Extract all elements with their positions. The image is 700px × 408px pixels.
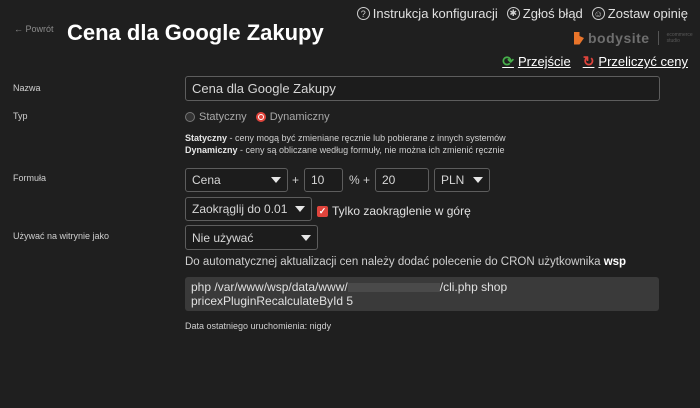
recalculate-label: Przeliczyć ceny [598, 54, 688, 69]
formula-base-select[interactable]: Cena [185, 168, 288, 192]
dynamic-desc-text: - ceny są obliczane według formuły, nie … [237, 145, 505, 155]
chevron-down-icon [301, 234, 311, 241]
static-description: Statyczny - ceny mogą być zmieniane ręcz… [185, 133, 506, 143]
formula-label: Formuła [13, 173, 47, 183]
type-radio-group: Statyczny Dynamiczny [185, 111, 330, 123]
radio-dynamic-label[interactable]: Dynamiczny [270, 111, 330, 123]
cron-command-line1: php /var/www/wsp/data/www/ /cli.php shop [191, 280, 653, 294]
currency-value: PLN [441, 173, 465, 187]
bodysite-logo-icon [574, 31, 584, 45]
radio-static[interactable] [185, 112, 195, 122]
formula-base-value: Cena [192, 173, 221, 187]
recalculate-icon: ↻ [582, 53, 595, 69]
dynamic-term: Dynamiczny [185, 145, 238, 155]
page-title: Cena dla Google Zakupy [67, 20, 324, 45]
leave-review-link[interactable]: ☺ Zostaw opinię [591, 6, 688, 21]
round-up-option: ✓ Tylko zaokrąglenie w górę [317, 204, 471, 218]
currency-select[interactable]: PLN [434, 168, 490, 192]
brand-tagline: ecommerce studio [666, 32, 693, 44]
question-icon: ? [356, 7, 370, 20]
refresh-icon: ⟳ [502, 53, 514, 69]
brand-logo: bodysite ecommerce studio [574, 30, 697, 46]
percent-input[interactable]: 10 [304, 168, 343, 192]
go-link-label: Przejście [517, 54, 571, 69]
go-link[interactable]: ⟳ Przejście [502, 53, 570, 70]
cron-user: wsp [603, 256, 627, 268]
instructions-link-label: Instrukcja konfiguracji [372, 6, 498, 21]
last-run-info: Data ostatniego uruchomienia: nigdy [185, 321, 332, 331]
cron-command-box[interactable]: php /var/www/wsp/data/www//cli.php shop … [185, 277, 659, 311]
back-link[interactable]: ← Powrót [14, 24, 54, 34]
redacted-path [347, 283, 440, 293]
cron-command-line2: pricexPluginRecalculateById 5 [191, 294, 354, 308]
cron-instructions: Do automatycznej aktualizacji cen należy… [185, 256, 626, 268]
use-as-label: Używać na witrynie jako [13, 231, 110, 241]
rounding-select[interactable]: Zaokrąglij do 0.01 [185, 197, 312, 221]
cron-cmd-part2: /cli.php shop [439, 280, 508, 294]
type-label: Typ [13, 111, 28, 121]
top-links: ? Instrukcja konfiguracji ✱ Zgłoś błąd ☺… [356, 6, 688, 21]
action-links: ⟳ Przejście ↻ Przeliczyć ceny [502, 53, 688, 70]
leave-review-label: Zostaw opinię [607, 6, 688, 21]
bug-icon: ✱ [506, 7, 520, 20]
rounding-value: Zaokrąglij do 0.01 [192, 202, 288, 216]
chevron-down-icon [295, 206, 305, 212]
radio-dynamic[interactable] [255, 112, 266, 122]
cron-text: Do automatycznej aktualizacji cen należy… [185, 256, 604, 268]
recalculate-prices-link[interactable]: ↻ Przeliczyć ceny [583, 53, 688, 70]
instructions-link[interactable]: ? Instrukcja konfiguracji [356, 6, 498, 21]
name-input[interactable]: Cena dla Google Zakupy [185, 76, 660, 101]
brand-name: bodysite [588, 30, 650, 46]
amount-input[interactable]: 20 [375, 168, 429, 192]
brand-divider [657, 31, 659, 45]
use-as-select[interactable]: Nie używać [185, 225, 318, 250]
static-desc-text: - ceny mogą być zmieniane ręcznie lub po… [227, 133, 506, 143]
radio-static-label[interactable]: Statyczny [199, 111, 247, 123]
static-term: Statyczny [185, 133, 228, 143]
dynamic-description: Dynamiczny - ceny są obliczane według fo… [185, 145, 504, 155]
plus-sign: + [292, 173, 300, 187]
round-up-checkbox[interactable]: ✓ [317, 205, 328, 217]
smile-icon: ☺ [591, 7, 605, 20]
report-bug-label: Zgłoś błąd [522, 6, 583, 21]
percent-sign: % [349, 173, 360, 187]
report-bug-link[interactable]: ✱ Zgłoś błąd [506, 6, 583, 21]
round-up-label[interactable]: Tylko zaokrąglenie w górę [332, 204, 471, 218]
use-as-value: Nie używać [192, 230, 254, 245]
plus-sign-2: + [363, 173, 371, 187]
cron-cmd-part1: php /var/www/wsp/data/www/ [191, 280, 348, 294]
chevron-down-icon [473, 177, 483, 183]
name-label: Nazwa [13, 83, 41, 93]
chevron-down-icon [271, 177, 281, 183]
